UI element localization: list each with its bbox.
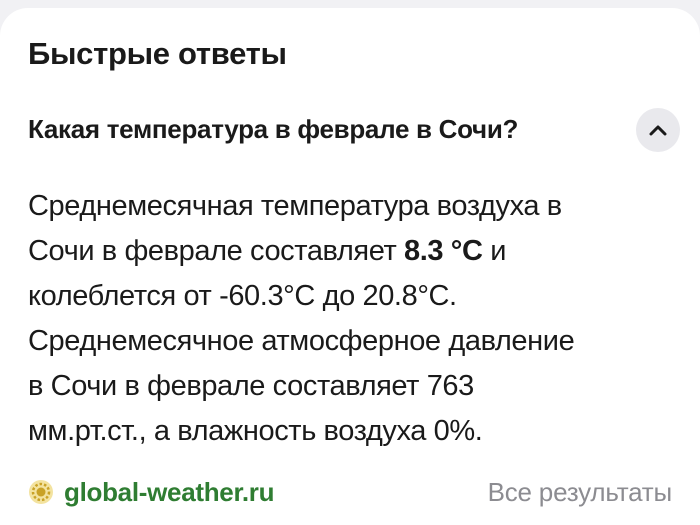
source-link[interactable]: global-weather.ru	[28, 472, 274, 512]
answer-text: Среднемесячная температура воздуха в Соч…	[28, 184, 678, 454]
collapse-button[interactable]	[636, 108, 680, 152]
all-results-link[interactable]: Все результаты	[488, 472, 673, 512]
answer-line: колеблется от -60.3°C до 20.8°C.	[28, 280, 457, 312]
question-text[interactable]: Какая температура в феврале в Сочи?	[28, 114, 518, 145]
answer-highlight-temperature: 8.3 °C	[404, 235, 483, 267]
answer-text-part: Сочи в феврале составляет	[28, 235, 405, 267]
answer-line: Сочи в феврале составляет 8.3 °C и	[28, 229, 678, 274]
answer-line: мм.рт.ст., а влажность воздуха 0%.	[28, 415, 483, 447]
answer-footer: global-weather.ru Все результаты	[28, 472, 672, 512]
source-domain[interactable]: global-weather.ru	[64, 477, 274, 508]
answer-line: в Сочи в феврале составляет 763	[28, 370, 474, 402]
quick-answers-card: Быстрые ответы Какая температура в февра…	[0, 8, 700, 525]
answer-text-part: и	[482, 235, 507, 267]
sun-favicon-icon	[29, 480, 53, 504]
chevron-up-icon	[649, 125, 667, 136]
section-title: Быстрые ответы	[28, 36, 287, 71]
answer-line: Среднемесячная температура воздуха в	[28, 190, 562, 222]
question-row[interactable]: Какая температура в феврале в Сочи?	[28, 108, 680, 152]
answer-line: Среднемесячное атмосферное давление	[28, 325, 575, 357]
